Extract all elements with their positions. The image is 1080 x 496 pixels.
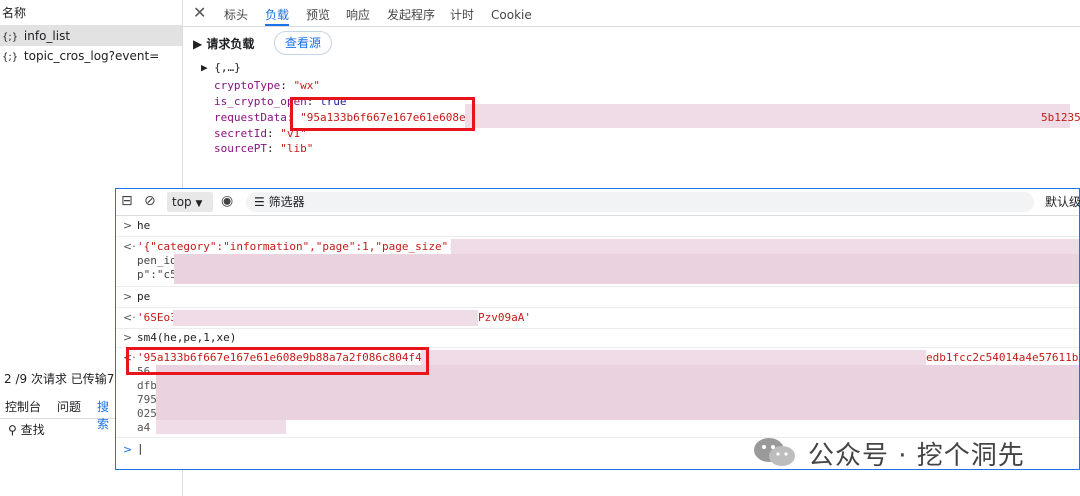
return-arrow-icon: <· <box>123 311 136 324</box>
close-icon[interactable]: ✕ <box>193 3 206 22</box>
request-detail-pane: ✕ 标头 负载 预览 响应 发起程序 计时 Cookie ▶ 请求负载 查看源 … <box>183 0 1080 160</box>
redaction-mask <box>421 350 926 365</box>
eye-icon[interactable]: ◉ <box>221 193 233 209</box>
wechat-logo-icon <box>754 438 795 466</box>
redaction-mask <box>465 104 1070 128</box>
tab-console[interactable]: 控制台 <box>5 398 41 415</box>
console-input-row: > sm4(he,pe,1,xe) <box>116 329 1079 348</box>
console-toolbar: ⊟ ⊘ top ▼ ◉ ☰ 筛选器 默认级别 <box>116 189 1080 216</box>
json-icon: {;} <box>2 32 19 43</box>
request-payload-title[interactable]: ▶ 请求负载 <box>193 35 254 52</box>
watermark-text: 公众号 · 挖个洞先 <box>808 441 1025 471</box>
request-item-topic-cros-log[interactable]: {;} topic_cros_log?event= <box>0 46 182 66</box>
tab-response[interactable]: 响应 <box>346 0 370 26</box>
expand-triangle-icon: ▶ <box>201 61 208 74</box>
highlight-box <box>126 347 429 375</box>
context-selector[interactable]: top ▼ <box>167 192 213 212</box>
console-input-row: > pe <box>116 287 1079 308</box>
detail-tabbar: ✕ 标头 负载 预览 响应 发起程序 计时 Cookie <box>183 0 1080 27</box>
field-sourcept: sourcePT: "lib" <box>214 142 314 155</box>
redaction-mask <box>174 254 1079 284</box>
redaction-mask <box>451 239 1079 255</box>
redaction-mask <box>173 310 478 326</box>
tab-issues[interactable]: 问题 <box>57 398 81 415</box>
filter-icon: ☰ <box>254 195 265 209</box>
payload-root[interactable]: ▶ {,…} <box>201 61 241 74</box>
tab-headers[interactable]: 标头 <box>224 0 248 26</box>
filter-input[interactable]: ☰ 筛选器 <box>246 192 1034 212</box>
console-panel: ⊟ ⊘ top ▼ ◉ ☰ 筛选器 默认级别 > he <· '{"catego… <box>115 188 1080 470</box>
highlight-box <box>290 97 475 131</box>
console-input-row: > he <box>116 216 1079 237</box>
wechat-watermark: 公众号 · 挖个洞先 <box>752 432 1052 472</box>
request-status-bar: 2 /9 次请求 已传输7. <box>4 372 119 386</box>
console-output-row: <· '{"category":"information","page":1,"… <box>116 237 1079 287</box>
tab-payload[interactable]: 负载 <box>265 0 290 26</box>
find-input[interactable]: ⚲ 查找 <box>0 419 116 441</box>
sidebar-toggle-icon[interactable]: ⊟ <box>121 193 133 209</box>
field-cryptotype: cryptoType: "wx" <box>214 79 320 92</box>
caret-down-icon: ▼ <box>195 199 203 209</box>
search-icon: ⚲ <box>8 423 17 437</box>
drawer-tabbar: 控制台 问题 搜索 <box>0 396 116 431</box>
tab-initiator[interactable]: 发起程序 <box>387 0 435 26</box>
json-icon: {;} <box>2 52 19 63</box>
redaction-mask <box>156 420 286 434</box>
view-source-button[interactable]: 查看源 <box>274 31 332 55</box>
requestdata-tail: 5b12354 <box>1041 111 1080 124</box>
chevron-right-icon: > <box>123 290 133 303</box>
triangle-down-icon: ▶ <box>193 37 203 51</box>
prompt-chevron-icon: > <box>123 443 133 456</box>
tab-timing[interactable]: 计时 <box>450 0 474 26</box>
tab-cookie[interactable]: Cookie <box>491 0 532 26</box>
name-column-header[interactable]: 名称 <box>0 0 182 26</box>
tab-preview[interactable]: 预览 <box>306 0 330 26</box>
return-arrow-icon: <· <box>123 240 136 253</box>
log-level-dropdown[interactable]: 默认级别 <box>1045 192 1080 212</box>
request-item-info-list[interactable]: {;} info_list <box>0 26 182 46</box>
console-output-row: <· '6SEo3 Pzv09aA' <box>116 308 1079 329</box>
find-label: 查找 <box>20 423 45 437</box>
request-name: info_list <box>23 29 71 43</box>
chevron-right-icon: > <box>123 219 133 232</box>
request-name: topic_cros_log?event= <box>23 49 160 63</box>
clear-console-icon[interactable]: ⊘ <box>144 193 156 209</box>
chevron-right-icon: > <box>123 331 133 344</box>
